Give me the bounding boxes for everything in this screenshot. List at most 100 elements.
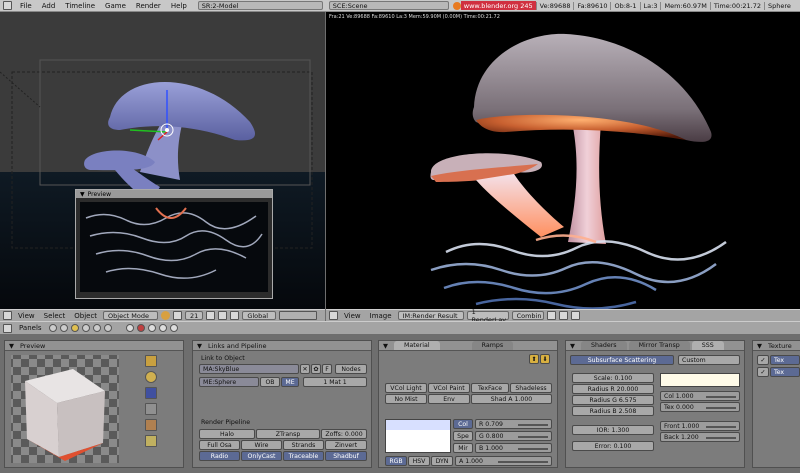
radius-b-field[interactable]: Radius B 2.508 [572,406,654,416]
radiosity-icon[interactable] [158,324,167,332]
sss-tex-slider[interactable]: Tex 0.000 [660,402,740,412]
tab-sss[interactable]: SSS [691,341,724,350]
tab-ramps[interactable]: Ramps [471,341,514,350]
mode-selector[interactable]: Object Mode [103,311,159,320]
texture-icon[interactable] [147,324,156,332]
editor-type-icon[interactable] [329,311,338,320]
layer-field[interactable]: 21 [185,311,204,320]
tab-shaders[interactable]: Shaders [581,341,627,350]
radio-button[interactable]: Radio [199,451,240,461]
texture-channel-1[interactable]: Tex [770,355,800,365]
menu-timeline[interactable]: Timeline [60,2,100,10]
translate-icon[interactable] [218,311,228,320]
manipulator-icon[interactable] [206,311,216,320]
menu-view[interactable]: View [341,312,364,320]
sss-col-slider[interactable]: Col 1.000 [660,391,740,401]
halo-button[interactable]: Halo [199,429,255,439]
world-icon[interactable] [169,324,178,332]
ztransp-button[interactable]: ZTransp [256,429,320,439]
editor-type-icon[interactable] [3,323,12,333]
editing-context-icon[interactable] [92,324,101,332]
vcol-paint-button[interactable]: VCol Paint [428,383,470,393]
traceable-button[interactable]: Traceable [283,451,324,461]
3d-viewport[interactable]: ▼ Preview [0,12,325,309]
hsv-mode-button[interactable]: HSV [408,456,430,466]
panel-header[interactable]: ▼ Preview [5,341,183,351]
rgb-mode-button[interactable]: RGB [385,456,407,466]
preview-sphere-icon[interactable] [145,371,157,383]
shadeless-button[interactable]: Shadeless [510,383,552,393]
green-slider[interactable]: G 0.800 [475,431,552,441]
vcol-light-button[interactable]: VCol Light [385,383,427,393]
panel-header[interactable]: ▼ Links and Pipeline [193,341,371,351]
blender-url[interactable]: www.blender.org 245 [460,1,536,10]
alpha-icon[interactable] [546,311,556,320]
zinvert-button[interactable]: Zinvert [325,440,367,450]
preview-hair-icon[interactable] [145,419,157,431]
env-button[interactable]: Env [428,394,470,404]
preview-window[interactable]: ▼ Preview [75,189,273,299]
preview-window-titlebar[interactable]: ▼ Preview [76,190,272,198]
preview-monkey-icon[interactable] [145,403,157,415]
render-layer-selector[interactable]: 1 RenderLay [466,308,509,324]
tab-mirror-transp[interactable]: Mirror Transp [628,341,690,350]
radius-r-field[interactable]: Radius R 20.000 [572,384,654,394]
tab-material[interactable]: Material [394,341,440,350]
menu-view[interactable]: View [15,312,38,320]
screen-selector[interactable]: SR:2-Model [197,1,323,10]
blue-slider[interactable]: B 1.000 [475,443,552,453]
fake-user-button[interactable]: F [322,364,332,374]
shading-context-icon[interactable] [70,324,79,332]
layer-grid-icon[interactable] [279,311,318,320]
menu-help[interactable]: Help [166,2,192,10]
orientation-selector[interactable]: Global [242,311,277,320]
collapse-icon[interactable]: ▼ [9,342,14,350]
col-button[interactable]: Col [453,419,473,429]
scene-context-icon[interactable] [103,324,112,332]
material-icon[interactable] [136,324,145,332]
mir-button[interactable]: Mir [453,443,473,453]
editor-type-icon[interactable] [3,311,12,320]
menu-render[interactable]: Render [131,2,166,10]
menu-image[interactable]: Image [367,312,395,320]
sss-front-slider[interactable]: Front 1.000 [660,421,740,431]
full-osa-button[interactable]: Full Osa [199,440,240,450]
sss-back-slider[interactable]: Back 1.200 [660,432,740,442]
texture-channel-check-2[interactable]: ✓ [757,367,769,377]
preview-flat-icon[interactable] [145,355,157,367]
menu-game[interactable]: Game [100,2,131,10]
unlink-material-button[interactable]: ✕ [300,364,310,374]
editor-type-icon[interactable] [3,1,12,10]
pivot-icon[interactable] [173,311,183,320]
collapse-icon[interactable]: ▼ [80,191,85,198]
dyn-mode-button[interactable]: DYN [431,456,453,466]
object-context-icon[interactable] [81,324,90,332]
copy-material-icon[interactable]: ⬆ [529,354,539,364]
sss-preset-selector[interactable]: Custom [678,355,740,365]
rotate-icon[interactable] [230,311,240,320]
pass-selector[interactable]: Combin [511,311,544,320]
panel-header[interactable]: ▼ Texture [753,341,800,351]
nodes-button[interactable]: Nodes [335,364,367,374]
zoffs-field[interactable]: Zoffs: 0.000 [321,429,367,439]
scale-field[interactable]: Scale: 0.100 [572,373,654,383]
collapse-icon[interactable]: ▼ [757,342,762,350]
link-ob-button[interactable]: OB [260,377,280,387]
collapse-icon[interactable]: ▼ [383,342,388,350]
image-selector[interactable]: IM:Render Result [397,311,464,320]
menu-object[interactable]: Object [71,312,100,320]
collapse-icon[interactable]: ▼ [570,342,575,350]
fake-user-icon[interactable]: ✿ [311,364,321,374]
menu-select[interactable]: Select [41,312,69,320]
ior-field[interactable]: IOR: 1.300 [572,425,654,435]
texface-button[interactable]: TexFace [471,383,509,393]
texture-channel-check-1[interactable]: ✓ [757,355,769,365]
draw-type-icon[interactable] [161,311,171,320]
lamp-icon[interactable] [125,324,134,332]
sss-color-swatch[interactable] [660,373,740,387]
menu-panels[interactable]: Panels [15,324,46,332]
no-mist-button[interactable]: No Mist [385,394,427,404]
spe-button[interactable]: Spe [453,431,473,441]
wire-button[interactable]: Wire [241,440,282,450]
onlycast-button[interactable]: OnlyCast [241,451,282,461]
